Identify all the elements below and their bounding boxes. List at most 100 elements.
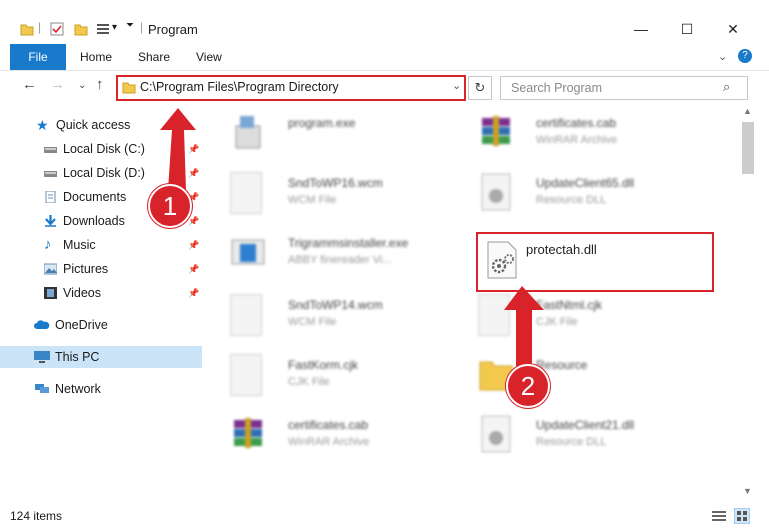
- close-icon: ✕: [727, 20, 739, 37]
- file-name: certificates.cab: [288, 418, 369, 432]
- nav-label: Pictures: [63, 262, 109, 276]
- scroll-up-icon[interactable]: ▲: [743, 106, 752, 116]
- new-folder-icon[interactable]: [74, 22, 88, 36]
- installer-icon: [235, 116, 261, 149]
- nav-label: Music: [63, 238, 96, 252]
- file-icon: [230, 172, 262, 214]
- winrar-icon: [482, 116, 510, 146]
- file-item[interactable]: Trigrammsinstaller.exe ABBY finereader V…: [206, 226, 436, 278]
- file-item-protectah-dll[interactable]: protectah.dll: [476, 232, 714, 292]
- vertical-scrollbar[interactable]: ▲ ▼: [740, 106, 756, 502]
- address-row: ← → ⌄ ↑ C:\Program Files\Program Directo…: [0, 72, 769, 104]
- nav-onedrive[interactable]: OneDrive: [0, 314, 202, 336]
- network-icon: [35, 384, 49, 393]
- file-name: SndToWP16.wcm: [288, 176, 383, 190]
- nav-item-music[interactable]: ♪ Music 📌: [0, 234, 202, 256]
- star-icon: ★: [36, 117, 49, 133]
- file-name: Trigrammsinstaller.exe: [288, 236, 409, 250]
- file-name: UpdateClient65.dll: [536, 176, 635, 190]
- refresh-button[interactable]: ↻: [468, 76, 492, 100]
- help-icon[interactable]: ?: [738, 49, 752, 63]
- pin-icon[interactable]: 📌: [188, 282, 199, 304]
- pin-icon[interactable]: 📌: [188, 162, 199, 184]
- file-item[interactable]: FastKorm.cjk CJK File: [206, 348, 436, 400]
- file-item[interactable]: SndToWP14.wcm WCM File: [206, 288, 436, 340]
- nav-label: This PC: [55, 350, 100, 364]
- nav-label: Network: [55, 382, 101, 396]
- file-icon: [478, 294, 510, 336]
- step-2-badge: 2: [506, 364, 550, 408]
- file-item[interactable]: UpdateClient21.dll Resource DLL: [454, 408, 684, 460]
- tab-view[interactable]: View: [186, 44, 232, 70]
- minimize-button[interactable]: —: [618, 14, 664, 44]
- minimize-icon: —: [634, 21, 648, 37]
- file-item[interactable]: SndToWP16.wcm WCM File: [206, 166, 436, 218]
- file-type: WCM File: [288, 316, 337, 328]
- nav-item-local-disk-c[interactable]: Local Disk (C:) 📌: [0, 138, 202, 160]
- file-item[interactable]: FastNtml.cjk CJK File: [454, 288, 684, 340]
- scroll-down-icon[interactable]: ▼: [743, 486, 752, 496]
- file-name: protectah.dll: [526, 242, 597, 257]
- window-title: Program: [148, 22, 198, 37]
- up-icon[interactable]: ↑: [96, 76, 104, 93]
- drive-icon: [44, 147, 57, 153]
- chevron-down-icon[interactable]: ▾: [112, 22, 117, 33]
- tab-home[interactable]: Home: [70, 44, 122, 70]
- file-item[interactable]: UpdateClient65.dll Resource DLL: [454, 166, 684, 218]
- properties-icon[interactable]: [50, 22, 64, 36]
- search-input[interactable]: Search Program: [511, 81, 602, 95]
- address-path: C:\Program Files\Program Directory: [140, 80, 339, 94]
- winrar-icon: [234, 418, 262, 448]
- search-icon[interactable]: ⌕: [723, 79, 730, 95]
- dropdown-icon[interactable]: ⏷: [126, 20, 134, 31]
- file-item[interactable]: certificates.cab WinRAR Archive: [454, 106, 684, 158]
- refresh-icon: ↻: [474, 80, 486, 95]
- nav-this-pc[interactable]: This PC: [0, 346, 202, 368]
- file-list: program.exe certificates.cab WinRAR Arch…: [206, 106, 736, 502]
- status-bar: 124 items: [0, 502, 769, 532]
- documents-icon: [45, 191, 56, 203]
- close-button[interactable]: ✕: [710, 14, 756, 44]
- nav-label: Local Disk (C:): [63, 142, 145, 156]
- pin-icon[interactable]: 📌: [188, 258, 199, 280]
- expand-ribbon-icon[interactable]: ⌄: [718, 50, 727, 63]
- file-type: CJK File: [288, 376, 330, 388]
- details-view-icon[interactable]: [712, 510, 726, 522]
- nav-item-local-disk-d[interactable]: Local Disk (D:) 📌: [0, 162, 202, 184]
- back-icon[interactable]: ←: [22, 76, 37, 93]
- file-name: FastKorm.cjk: [288, 358, 359, 372]
- tab-file[interactable]: File: [10, 44, 66, 70]
- cloud-icon: [34, 320, 50, 329]
- file-item[interactable]: Resource: [454, 348, 684, 400]
- chevron-down-icon[interactable]: ⌄: [452, 79, 461, 92]
- tab-share[interactable]: Share: [128, 44, 180, 70]
- music-icon: ♪: [44, 236, 52, 253]
- maximize-button[interactable]: ☐: [664, 14, 710, 44]
- nav-label: Documents: [63, 190, 127, 204]
- file-type: Resource DLL: [536, 436, 607, 448]
- file-type: ABBY finereader Vi...: [288, 254, 392, 266]
- file-item[interactable]: certificates.cab WinRAR Archive: [206, 408, 436, 460]
- folder-icon[interactable]: [20, 22, 34, 36]
- separator: |: [38, 20, 42, 34]
- pin-icon[interactable]: 📌: [188, 138, 199, 160]
- pictures-icon: [44, 263, 57, 275]
- nav-item-pictures[interactable]: Pictures 📌: [0, 258, 202, 280]
- search-box[interactable]: Search Program ⌕: [500, 76, 748, 100]
- nav-network[interactable]: Network: [0, 378, 202, 400]
- dll-icon: [481, 415, 511, 453]
- scrollbar-thumb[interactable]: [742, 122, 754, 174]
- file-item[interactable]: program.exe: [206, 106, 436, 158]
- file-type: CJK File: [536, 316, 578, 328]
- recent-locations-icon[interactable]: ⌄: [78, 80, 86, 91]
- large-icons-view-icon[interactable]: [734, 508, 750, 524]
- address-bar[interactable]: C:\Program Files\Program Directory ⌄: [116, 75, 466, 101]
- forward-icon[interactable]: →: [50, 76, 65, 93]
- nav-label: Downloads: [63, 214, 125, 228]
- exe-icon: [231, 239, 265, 265]
- file-name: FastNtml.cjk: [536, 298, 602, 312]
- nav-quick-access[interactable]: ★ Quick access: [0, 114, 202, 136]
- customize-icon[interactable]: [96, 22, 110, 36]
- pin-icon[interactable]: 📌: [188, 234, 199, 256]
- nav-item-videos[interactable]: Videos 📌: [0, 282, 202, 304]
